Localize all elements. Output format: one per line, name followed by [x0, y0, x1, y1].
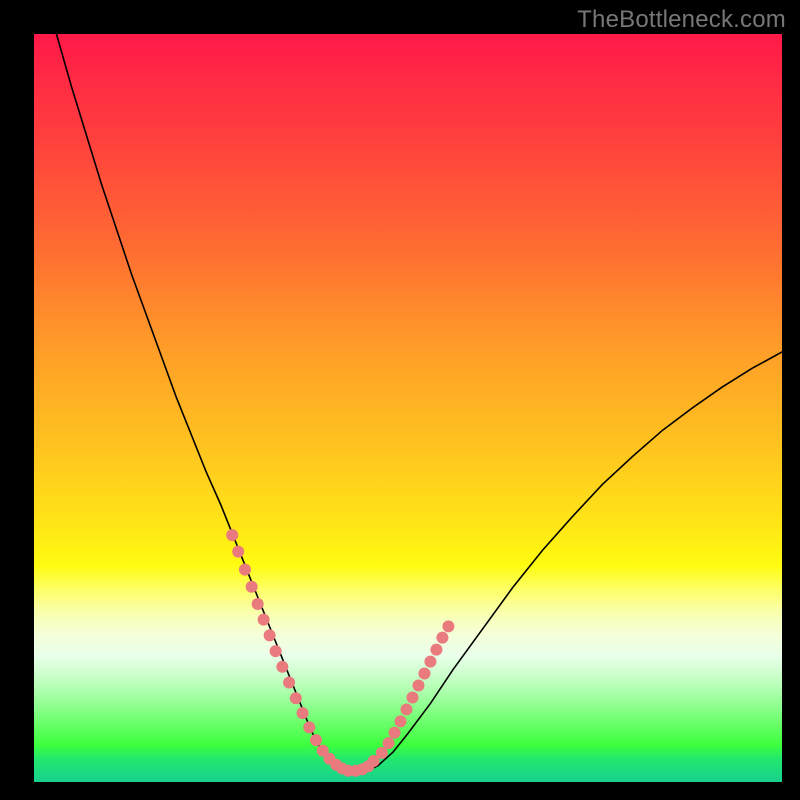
marker-bead: [270, 645, 282, 657]
marker-bead: [376, 747, 388, 759]
marker-bead: [310, 734, 322, 746]
marker-bead: [401, 703, 413, 715]
marker-bead: [232, 546, 244, 558]
marker-bead: [418, 668, 430, 680]
marker-bead: [290, 692, 302, 704]
chart-frame: TheBottleneck.com: [0, 0, 800, 800]
marker-bead: [412, 680, 424, 692]
marker-bead: [389, 727, 401, 739]
marker-bead: [297, 707, 309, 719]
marker-bead: [442, 620, 454, 632]
marker-bead: [430, 644, 442, 656]
chart-svg: [34, 34, 782, 782]
marker-bead: [383, 737, 395, 749]
marker-bead: [264, 629, 276, 641]
marker-bead: [406, 691, 418, 703]
marker-bead: [258, 614, 270, 626]
marker-bead: [276, 661, 288, 673]
marker-bead: [436, 632, 448, 644]
watermark-text: TheBottleneck.com: [577, 6, 786, 34]
marker-bead: [283, 677, 295, 689]
marker-bead: [424, 656, 436, 668]
marker-bead: [395, 715, 407, 727]
marker-bead: [303, 721, 315, 733]
marker-group: [226, 529, 454, 777]
marker-bead: [246, 581, 258, 593]
bottleneck-curve: [56, 34, 782, 773]
marker-bead: [252, 598, 264, 610]
marker-bead: [239, 564, 251, 576]
plot-area: [34, 34, 782, 782]
marker-bead: [226, 529, 238, 541]
